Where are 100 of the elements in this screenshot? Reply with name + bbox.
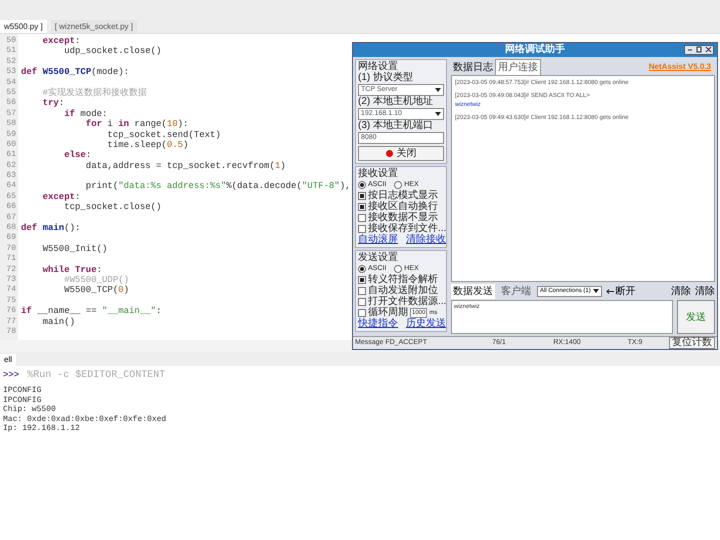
code-line: tcp_socket.send(Text) <box>106 130 221 140</box>
settings-link[interactable]: 清除接收 <box>406 235 446 245</box>
line-number: 56 <box>5 98 17 109</box>
clear-button[interactable]: 清除 <box>671 284 691 298</box>
checkbox[interactable] <box>358 214 366 222</box>
line-number: 57 <box>5 108 17 120</box>
option-label: 按日志模式显示 <box>368 191 438 201</box>
checkbox[interactable] <box>358 192 366 200</box>
code-line: except: <box>42 36 80 46</box>
group-title: 网络设置 <box>358 62 398 72</box>
line-number: 62 <box>5 160 17 172</box>
shell-prompt: >>> <box>3 368 20 382</box>
radio-button[interactable] <box>394 181 402 189</box>
shell-command: %Run -c $EDITOR_CONTENT <box>27 368 166 383</box>
caret-icon <box>435 88 441 92</box>
radio-button[interactable] <box>358 265 366 273</box>
code-line: for i in range(10): <box>84 119 188 130</box>
code-line: time.sleep(0.5) <box>106 140 188 150</box>
option-label: 自动发送附加位 <box>368 286 438 296</box>
window-controls-icon[interactable] <box>684 45 714 55</box>
line-number: 71 <box>5 254 17 265</box>
line-number: 54 <box>5 78 17 88</box>
code-line: tcp_socket.close() <box>63 202 162 213</box>
code-line: #实现发送数据和接收数据 <box>42 88 148 98</box>
option-label: 循环周期 <box>368 308 408 318</box>
disconnect-button[interactable]: 断开 <box>606 284 636 298</box>
line-number: 64 <box>5 181 17 192</box>
option-label: 接收数据不显示 <box>368 213 438 223</box>
line-number: 60 <box>5 140 17 150</box>
settings-link[interactable]: 自动滚屏 <box>358 235 398 245</box>
line-number: 53 <box>5 67 17 78</box>
line-number: 73 <box>5 274 17 286</box>
line-number: 78 <box>5 326 17 338</box>
reset-count-button[interactable]: 复位计数 <box>669 337 715 349</box>
line-number: 74 <box>5 285 17 296</box>
code-line: udp_socket.close() <box>63 46 162 57</box>
code-line: else: <box>63 150 92 161</box>
code-line: #W5500_UDP() <box>63 274 130 286</box>
window-title: 网络调试助手 <box>505 44 565 56</box>
clear-button[interactable]: 清除 <box>695 284 715 298</box>
line-number: 50 <box>5 36 17 46</box>
version-label: NetAssist V5.0.3 <box>648 61 711 73</box>
group-title: 接收设置 <box>358 169 399 179</box>
group-title: 发送设置 <box>358 253 399 263</box>
checkbox[interactable] <box>358 287 366 295</box>
radio-button[interactable] <box>394 265 402 273</box>
code-line: try: <box>42 98 64 109</box>
shell-output-line: Mac: 0xde:0xad:0xbe:0xef:0xfe:0xed <box>3 414 168 424</box>
line-number: 65 <box>5 192 17 202</box>
field-label: (1) 协议类型 <box>358 73 414 83</box>
line-number: 72 <box>5 264 17 275</box>
caret-icon <box>592 289 599 293</box>
code-line: except: <box>42 192 80 202</box>
line-number: 67 <box>5 212 17 224</box>
line-number: 77 <box>5 316 17 327</box>
log-tab[interactable]: 数据日志 <box>451 60 495 74</box>
line-number: 58 <box>5 119 17 130</box>
checkbox[interactable] <box>358 298 366 306</box>
shell-output-line: Ip: 192.168.1.12 <box>3 424 81 434</box>
option-label: 打开文件数据源... <box>368 297 446 307</box>
send-button[interactable]: 发送 <box>677 300 715 334</box>
code-line: if __name__ == "__main__": <box>21 306 162 317</box>
checkbox[interactable] <box>358 203 366 211</box>
caret-icon <box>435 112 441 116</box>
code-line: W5500_TCP(0) <box>63 285 130 296</box>
line-number: 52 <box>5 56 17 68</box>
radio-button[interactable] <box>358 181 366 189</box>
code-line: if mode: <box>63 108 108 119</box>
line-number: 69 <box>5 233 17 244</box>
file-tab[interactable]: [ wiznet5k_socket.py ] <box>50 20 137 33</box>
settings-link[interactable]: 历史发送 <box>406 319 446 329</box>
code-line: def main(): <box>21 223 80 234</box>
file-tab[interactable]: w5500.py ] <box>0 20 47 33</box>
line-number: 51 <box>5 46 17 57</box>
line-number: 75 <box>5 296 17 306</box>
send-tab[interactable]: 客户端 <box>499 284 533 298</box>
shell-output-line: IPCONFIG <box>3 396 42 405</box>
shell-tab[interactable]: ell <box>0 354 16 366</box>
option-label: 接收区自动换行 <box>368 202 438 212</box>
shell-output-line: IPCONFIG <box>3 386 42 396</box>
code-line: print("data:%s address:%s"%(data.decode("UTF-8"), <box>84 181 350 192</box>
option-label: 接收保存到文件... <box>368 224 446 234</box>
line-number: 55 <box>5 88 17 98</box>
field-label: (3) 本地主机端口 <box>358 121 434 131</box>
close-connection-button[interactable]: 关闭 <box>358 146 444 161</box>
line-number: 61 <box>5 150 17 161</box>
checkbox[interactable] <box>358 309 366 317</box>
line-number: 59 <box>5 130 17 140</box>
line-number: 70 <box>5 244 17 254</box>
log-tab[interactable]: 用户连接 <box>495 58 541 76</box>
code-line: main() <box>42 316 76 327</box>
checkbox[interactable] <box>358 225 366 233</box>
checkbox[interactable] <box>358 276 366 284</box>
code-line: W5500_Init() <box>42 244 108 254</box>
code-line: while True: <box>42 264 102 275</box>
settings-link[interactable]: 快捷指令 <box>358 319 398 329</box>
code-line: data,address = tcp_socket.recvfrom(1) <box>84 160 286 172</box>
left-arrow-icon <box>606 288 614 294</box>
send-tab[interactable]: 数据发送 <box>451 284 495 298</box>
field-label: (2) 本地主机地址 <box>358 97 434 107</box>
